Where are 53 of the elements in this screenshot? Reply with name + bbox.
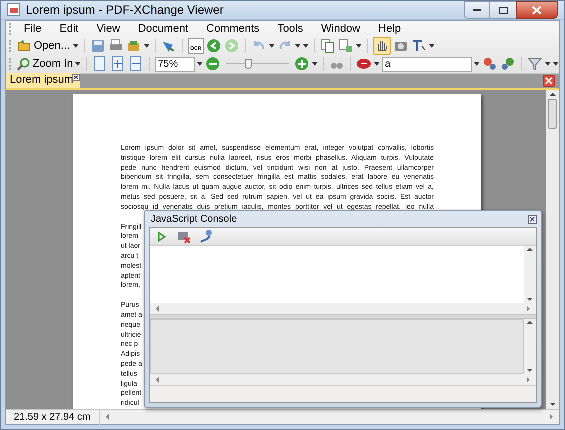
menu-item[interactable]: Document: [129, 21, 198, 37]
caret-icon[interactable]: [75, 62, 82, 66]
caret-icon[interactable]: [429, 44, 436, 48]
document-tab[interactable]: Lorem ipsum: [6, 73, 80, 88]
menu-item[interactable]: File: [15, 21, 51, 37]
menu-item[interactable]: Tools: [268, 21, 312, 37]
menu-item[interactable]: Edit: [50, 21, 88, 37]
hand-tool-button[interactable]: [373, 37, 392, 55]
pages-icon[interactable]: [320, 38, 336, 54]
zoom-slider[interactable]: [226, 58, 290, 70]
next-result-icon[interactable]: [500, 56, 516, 72]
close-tab-icon[interactable]: [72, 74, 80, 81]
window-title: Lorem ipsum - PDF-XChange Viewer: [26, 2, 224, 19]
magnifier-icon: [16, 57, 31, 71]
caret-icon[interactable]: [374, 62, 380, 66]
filter-icon[interactable]: [527, 56, 544, 72]
vertical-scrollbar[interactable]: [524, 319, 536, 374]
caret-icon[interactable]: [144, 44, 150, 48]
script-icon[interactable]: [198, 228, 214, 244]
vertical-scrollbar[interactable]: [524, 246, 536, 303]
close-icon[interactable]: [528, 214, 537, 224]
save-icon[interactable]: [90, 38, 106, 54]
maximize-button[interactable]: [490, 1, 516, 19]
slider-thumb[interactable]: [245, 59, 252, 69]
caret-icon[interactable]: [474, 62, 480, 66]
menu-item[interactable]: View: [88, 21, 130, 37]
zoom-in-button[interactable]: Zoom In: [16, 56, 74, 72]
menu-item[interactable]: Help: [370, 21, 410, 37]
folder-icon: [18, 39, 32, 53]
text-select-icon[interactable]: [411, 38, 428, 54]
fit-page-icon[interactable]: [110, 56, 126, 72]
input-area[interactable]: [150, 319, 524, 374]
app-icon: [7, 3, 21, 17]
open-button[interactable]: Open...: [17, 38, 72, 54]
caret-icon[interactable]: [356, 44, 362, 48]
console-title: JavaScript Console: [150, 212, 238, 226]
zoom-field[interactable]: 75%: [155, 56, 196, 72]
vertical-scrollbar[interactable]: [546, 90, 559, 409]
close-button[interactable]: [516, 1, 558, 19]
search-field[interactable]: a: [382, 56, 472, 72]
caret-icon[interactable]: [269, 44, 276, 48]
actual-size-icon[interactable]: [92, 56, 108, 72]
close-document-icon[interactable]: [543, 75, 555, 87]
caret-icon[interactable]: [312, 62, 318, 66]
menu-item[interactable]: Window: [312, 21, 370, 37]
minimize-button[interactable]: [464, 1, 490, 19]
caret-icon[interactable]: [197, 62, 204, 66]
caret-icon[interactable]: [73, 44, 80, 48]
command-field[interactable]: [150, 385, 536, 402]
close-icon: [532, 6, 542, 14]
previous-result-icon[interactable]: [482, 56, 498, 72]
fit-width-icon[interactable]: [128, 56, 144, 72]
menu-item[interactable]: Comments: [198, 21, 269, 37]
